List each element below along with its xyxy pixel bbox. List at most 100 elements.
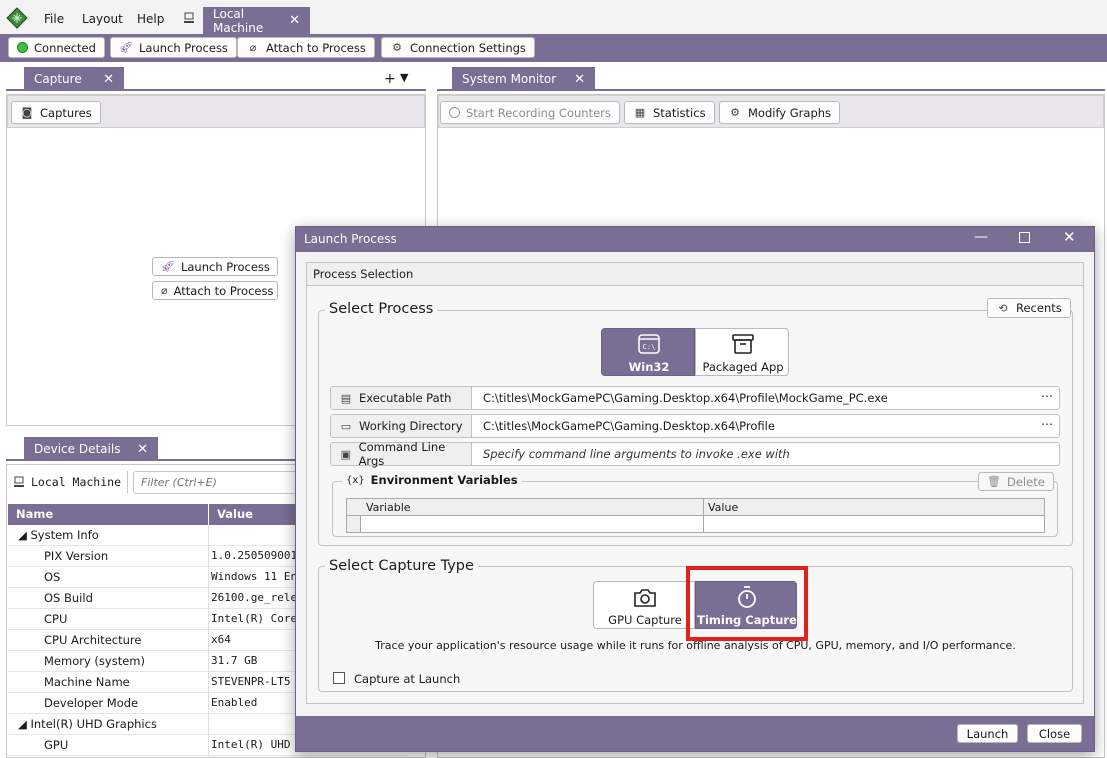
menu-layout[interactable]: Layout <box>82 12 123 26</box>
expand-triangle-icon[interactable]: ◢ <box>18 717 31 731</box>
column-header-name[interactable]: Name <box>16 507 53 521</box>
variable-icon: {x} <box>346 474 365 486</box>
tab-local-machine[interactable]: Local Machine ✕ <box>203 7 310 35</box>
capture-at-launch-label[interactable]: Capture at Launch <box>354 672 460 686</box>
connection-settings-button[interactable]: ⚙ Connection Settings <box>381 37 535 58</box>
row-selector <box>347 516 361 532</box>
captures-label: Captures <box>40 105 92 120</box>
close-icon[interactable]: ✕ <box>103 72 114 87</box>
camera-icon <box>633 586 657 608</box>
captures-icon: ◙ <box>21 106 33 119</box>
recents-label: Recents <box>1016 301 1062 315</box>
expand-triangle-icon[interactable]: ◢ <box>18 528 31 542</box>
env-table-header <box>347 499 1044 516</box>
connected-label: Connected <box>34 40 96 55</box>
gpu-capture-toggle[interactable]: GPU Capture <box>593 581 695 629</box>
panel-launch-process-label: Launch Process <box>180 259 270 274</box>
row-value: STEVENPR-LT5 <box>211 675 291 688</box>
panel-launch-process-button[interactable]: 🚀︎ Launch Process <box>152 257 278 276</box>
tab-system-monitor[interactable]: System Monitor ✕ <box>452 67 595 91</box>
tab-device-details[interactable]: Device Details ✕ <box>24 437 158 461</box>
history-icon: ⟲ <box>998 301 1008 315</box>
archive-box-icon <box>732 333 754 355</box>
paperclip-icon: ⌀ <box>249 41 257 54</box>
column-header-value[interactable]: Value <box>217 507 253 521</box>
launch-process-button[interactable]: 🚀︎ Launch Process <box>110 37 237 58</box>
close-icon[interactable]: ✕ <box>574 72 585 87</box>
row-value: Windows 11 Enterprise <box>211 570 301 583</box>
connected-button[interactable]: Connected <box>8 37 105 58</box>
row-name: ◢ Intel(R) UHD Graphics <box>18 717 157 731</box>
divider <box>127 471 128 493</box>
column-divider <box>208 525 209 758</box>
machine-icon <box>13 476 25 488</box>
win32-toggle[interactable]: C:\ Win32 <box>601 328 695 376</box>
capture-at-launch-checkbox[interactable] <box>333 672 345 684</box>
filter-input[interactable] <box>133 471 303 494</box>
executable-path-field[interactable]: ▤ Executable Path C:\titles\MockGamePC\Ga… <box>330 386 1060 410</box>
attach-to-process-label: Attach to Process <box>266 40 366 55</box>
maximize-icon[interactable] <box>1019 232 1030 243</box>
row-value: 26100.ge_release <box>211 591 301 604</box>
panel-attach-to-process-button[interactable]: ⌀ Attach to Process <box>152 281 278 300</box>
tab-menu-icon[interactable]: ▼ <box>400 71 408 84</box>
machine-icon <box>183 12 195 24</box>
gear-icon: ⚙ <box>730 106 740 119</box>
tab-capture-label: Capture <box>34 72 82 86</box>
column-header-variable[interactable]: Variable <box>366 501 411 514</box>
column-header-value[interactable]: Value <box>708 501 738 514</box>
attach-to-process-button[interactable]: ⌀ Attach to Process <box>237 37 375 58</box>
command-line-args-field[interactable]: ▣ Command Line Args Specify command line … <box>330 440 1060 468</box>
start-recording-label: Start Recording Counters <box>466 105 611 120</box>
row-value: 31.7 GB <box>211 654 258 667</box>
capture-type-description: Trace your application's resource usage … <box>375 639 1016 652</box>
menu-file[interactable]: File <box>44 12 64 26</box>
browse-icon[interactable]: ⋯ <box>1041 389 1053 403</box>
row-value: Intel(R) Core <box>211 612 298 625</box>
process-selection-header <box>307 263 1083 286</box>
close-icon[interactable]: ✕ <box>289 13 300 28</box>
close-icon[interactable]: ✕ <box>137 442 148 457</box>
select-process-title: Select Process <box>325 301 438 317</box>
tab-system-monitor-label: System Monitor <box>462 72 557 86</box>
captures-button[interactable]: ◙ Captures <box>11 101 101 124</box>
browse-icon[interactable]: ⋯ <box>1041 417 1053 431</box>
close-button[interactable]: Close <box>1027 724 1082 743</box>
panel-attach-to-process-label: Attach to Process <box>173 283 274 298</box>
working-directory-field[interactable]: ▭ Working Directory C:\titles\MockGamePC\… <box>330 414 1060 438</box>
rocket-icon: 🚀︎ <box>161 260 175 273</box>
launch-process-label: Launch Process <box>139 40 228 55</box>
packaged-app-toggle[interactable]: Packaged App <box>695 328 789 376</box>
environment-variables-title: Environment Variables <box>370 473 518 487</box>
timing-capture-highlight <box>686 566 808 641</box>
executable-path-label-box: ▤ Executable Path <box>331 387 472 409</box>
gpu-capture-label: GPU Capture <box>608 613 682 627</box>
row-name: ◢ System Info <box>18 528 99 542</box>
statistics-label: Statistics <box>653 105 706 120</box>
row-value: Enabled <box>211 696 258 709</box>
modify-graphs-button[interactable]: ⚙ Modify Graphs <box>719 101 841 124</box>
start-recording-button[interactable]: Start Recording Counters <box>440 101 620 124</box>
environment-variables-title-wrap: {x} Environment Variables <box>342 473 522 487</box>
row-value: Intel(R) UHD <box>211 738 291 751</box>
folder-icon: ▭ <box>340 419 352 433</box>
command-line-args-label: Command Line Args <box>358 440 446 468</box>
add-tab-icon[interactable]: + <box>384 71 396 87</box>
working-directory-label-box: ▭ Working Directory <box>331 415 472 437</box>
document-icon: ▤ <box>340 391 352 405</box>
svg-text:C:\: C:\ <box>643 343 656 351</box>
menu-help[interactable]: Help <box>137 12 164 26</box>
minimize-icon[interactable]: — <box>974 229 988 245</box>
trash-icon: 🗑︎ <box>987 475 1001 488</box>
launch-button[interactable]: Launch <box>957 724 1018 743</box>
executable-path-value: C:\titles\MockGamePC\Gaming.Desktop.x64\… <box>483 391 888 405</box>
tab-capture[interactable]: Capture ✕ <box>24 67 124 91</box>
paperclip-icon: ⌀ <box>161 284 168 297</box>
recents-button[interactable]: ⟲ Recents <box>987 298 1071 318</box>
command-line-args-placeholder: Specify command line arguments to invoke… <box>483 447 790 461</box>
terminal-icon: ▣ <box>340 447 351 461</box>
statistics-button[interactable]: ▦ Statistics <box>624 101 715 124</box>
env-delete-button[interactable]: 🗑︎ Delete <box>978 472 1054 491</box>
column-divider <box>208 504 209 525</box>
close-icon[interactable]: ✕ <box>1063 228 1076 246</box>
